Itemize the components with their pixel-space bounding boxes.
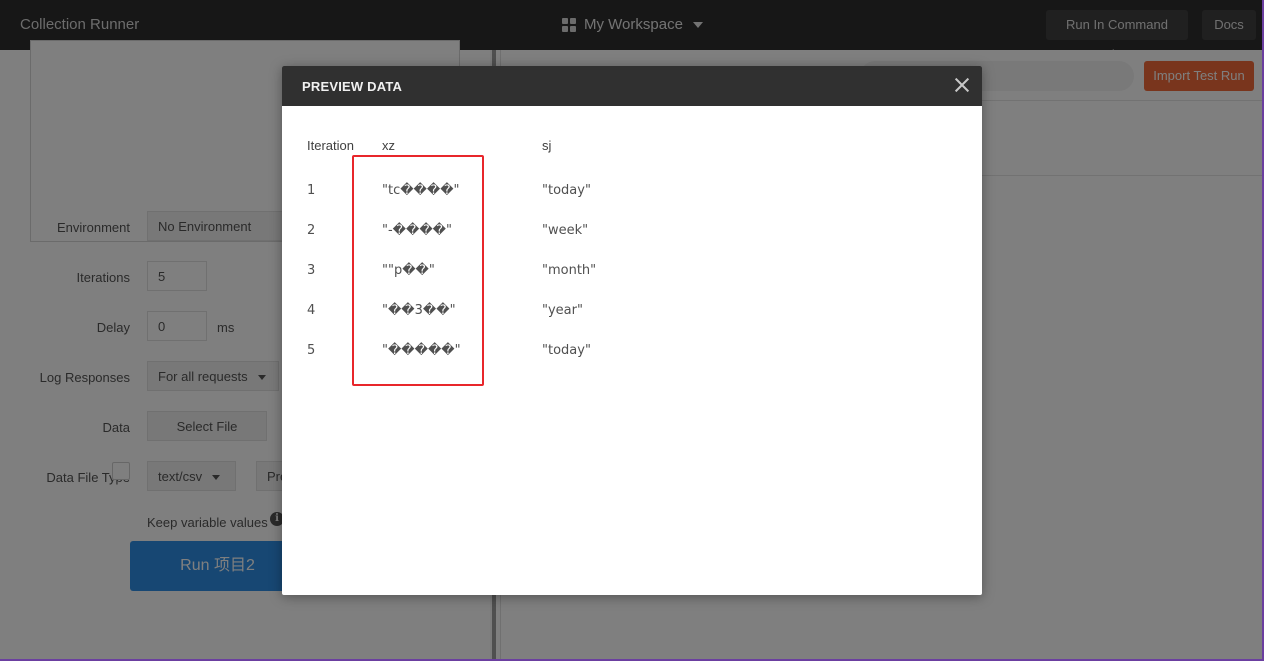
modal-header: PREVIEW DATA	[282, 66, 982, 106]
table-cell-iteration: 5	[307, 343, 316, 358]
table-cell-iteration: 4	[307, 303, 316, 318]
column-header-iteration: Iteration	[307, 138, 354, 153]
modal-title: PREVIEW DATA	[302, 79, 403, 94]
table-cell-sj: "month"	[542, 263, 597, 278]
table-cell-iteration: 1	[307, 183, 316, 198]
table-cell-iteration: 3	[307, 263, 316, 278]
table-cell-iteration: 2	[307, 223, 316, 238]
table-cell-sj: "year"	[542, 303, 583, 318]
preview-data-modal: PREVIEW DATA Iteration xz sj 1 "tc����" …	[282, 66, 982, 595]
table-cell-sj: "today"	[542, 183, 591, 198]
column-header-sj: sj	[542, 138, 552, 153]
table-cell-sj: "today"	[542, 343, 591, 358]
close-icon[interactable]	[954, 77, 970, 93]
highlight-annotation-box	[352, 155, 484, 386]
column-header-xz: xz	[382, 138, 395, 153]
table-cell-sj: "week"	[542, 223, 589, 238]
